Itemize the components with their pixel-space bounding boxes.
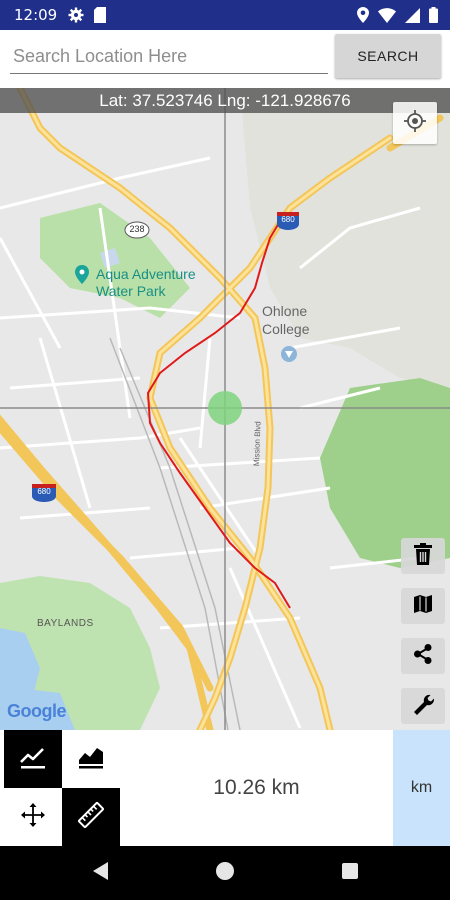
ruler-icon (77, 801, 105, 834)
college-label-line1: Ohlone (262, 303, 308, 319)
delete-icon (413, 542, 433, 570)
my-location-icon (403, 109, 427, 138)
move-arrows-icon (20, 802, 46, 833)
park-label-line1: Aqua Adventure (96, 266, 196, 282)
college-label: Ohlone College (262, 302, 309, 338)
google-logo: Google (7, 701, 67, 721)
map-layers-icon (413, 594, 433, 619)
recents-square-icon (341, 862, 359, 885)
bottom-panel: 10.26 km km (0, 730, 450, 846)
area-measure-mode-button[interactable] (62, 730, 120, 788)
settings-wrench-icon (411, 692, 435, 721)
search-row: SEARCH (0, 30, 450, 88)
share-icon (412, 643, 434, 670)
park-label: Aqua Adventure Water Park (96, 266, 196, 300)
area-chart-icon (77, 744, 105, 775)
park-label-line2: Water Park (96, 283, 166, 299)
home-circle-icon (215, 861, 235, 886)
back-button[interactable] (88, 860, 114, 886)
line-measure-mode-button[interactable] (4, 730, 62, 788)
search-button[interactable]: SEARCH (335, 34, 441, 78)
status-bar: 12:09 (0, 0, 450, 30)
home-button[interactable] (212, 860, 238, 886)
location-icon (357, 7, 369, 28)
map-view[interactable]: Aqua Adventure Water Park Ohlone College… (0, 88, 450, 730)
signal-icon (405, 7, 420, 28)
shield-680-top-label: 680 (281, 215, 295, 224)
line-chart-icon (19, 744, 47, 775)
distance-readout: 10.26 km (213, 776, 300, 799)
ruler-mode-button[interactable] (62, 788, 120, 846)
gear-icon (68, 7, 84, 28)
back-triangle-icon (92, 861, 110, 886)
settings-button[interactable] (401, 688, 445, 724)
center-marker (208, 391, 242, 425)
coordinates-readout: Lat: 37.523746 Lng: -121.928676 (0, 88, 450, 113)
shield-238-label: 238 (129, 224, 145, 234)
sim-card-icon (94, 7, 106, 28)
pan-mode-button[interactable] (4, 788, 62, 846)
college-label-line2: College (262, 321, 310, 337)
share-button[interactable] (401, 638, 445, 674)
map-canvas[interactable] (0, 88, 450, 730)
unit-toggle-button[interactable]: km (393, 730, 450, 846)
baylands-label: BAYLANDS (37, 618, 94, 629)
my-location-button[interactable] (393, 102, 437, 144)
map-type-button[interactable] (401, 588, 445, 624)
shield-680-left-label: 680 (37, 487, 51, 496)
search-input[interactable] (10, 40, 328, 74)
delete-button[interactable] (401, 538, 445, 574)
wifi-icon (378, 7, 396, 28)
battery-icon (429, 7, 438, 28)
road-label: Mission Blvd (252, 421, 263, 467)
status-time: 12:09 (14, 6, 58, 24)
navigation-bar (0, 846, 450, 900)
recents-button[interactable] (337, 860, 363, 886)
college-pin-icon (281, 346, 297, 362)
